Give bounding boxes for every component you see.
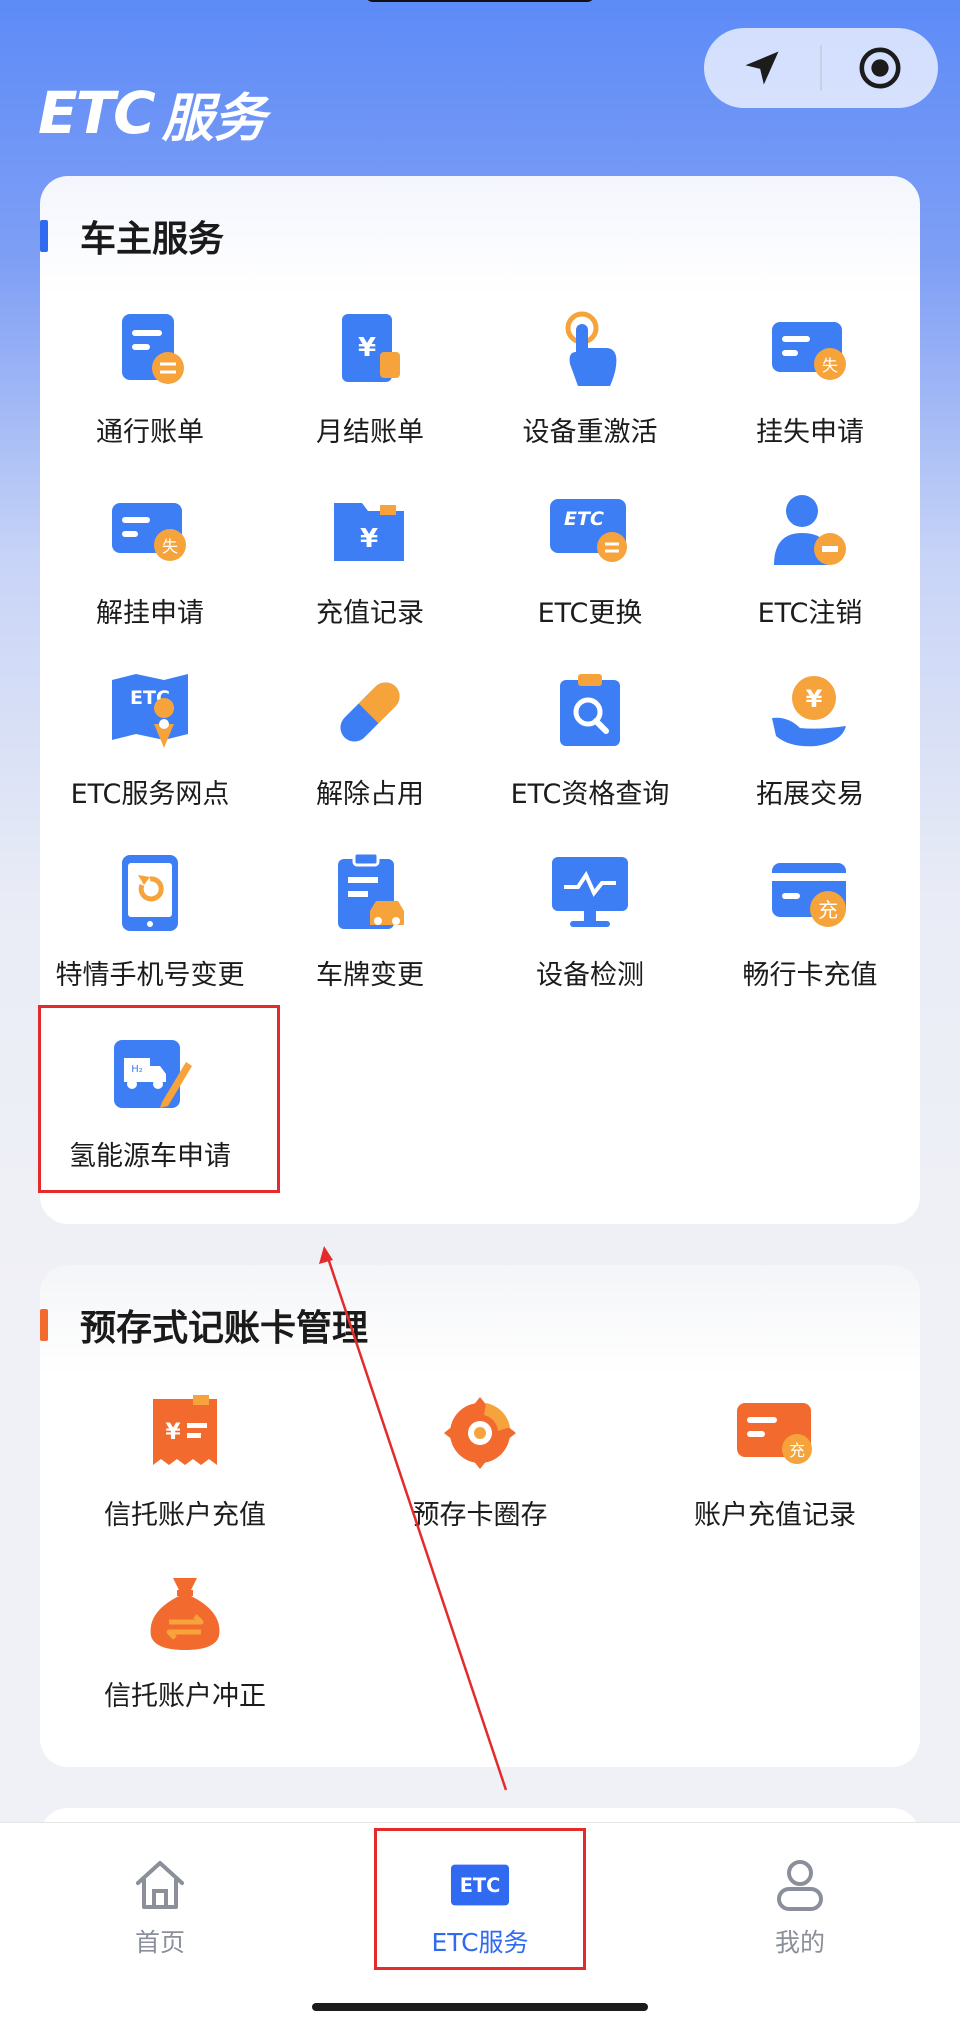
tab-home[interactable]: 首页 [60,1823,260,1973]
service-item-monthly-bill[interactable]: ¥ 月结账单 [260,300,480,460]
user-icon [770,1855,830,1915]
service-item-cancel-loss[interactable]: 失 解挂申请 [40,481,260,641]
service-item-release-occupation[interactable]: 解除占用 [260,662,480,822]
service-item-recharge-record[interactable]: ¥ 充值记录 [260,481,480,641]
brand-etc-text: ETC [38,79,156,147]
service-item-extended-transaction[interactable]: ¥ 拓展交易 [700,662,920,822]
service-label: ETC注销 [757,598,863,629]
home-indicator [312,2003,648,2011]
status-notch [365,0,595,2]
service-label: 特情手机号变更 [55,960,245,991]
card-unloss-icon: 失 [108,489,192,573]
prepaid-card-management: 预存式记账卡管理 ¥ 信托账户充值 预存卡圈存 充 账户充值记录 信托账户冲正 [40,1265,920,1767]
service-item-travel-card-recharge[interactable]: 充 畅行卡充值 [700,843,920,1003]
service-item-pass-bill[interactable]: 通行账单 [40,300,260,460]
gear-circle-icon [438,1391,522,1475]
close-mini-program-button[interactable] [822,28,938,108]
service-label: 通行账单 [96,417,204,448]
service-label: 充值记录 [316,598,424,629]
service-label: ETC更换 [537,598,643,629]
service-item-device-check[interactable]: 设备检测 [480,843,700,1003]
svg-text:充: 充 [789,1441,805,1460]
service-label: ETC资格查询 [510,779,670,810]
prepaid-item-card-load[interactable]: 预存卡圈存 [370,1383,590,1543]
prepaid-label: 信托账户冲正 [104,1681,266,1712]
tab-label: 首页 [134,1928,185,1957]
bandage-icon [328,670,412,754]
svg-text:¥: ¥ [358,333,376,363]
prepaid-item-trust-recharge[interactable]: ¥ 信托账户充值 [75,1383,295,1543]
prepaid-item-trust-correction[interactable]: 信托账户冲正 [75,1564,295,1724]
hydrogen-highlight-box [38,1005,280,1193]
service-item-etc-replace[interactable]: ETC ETC更换 [480,481,700,641]
tab-mine[interactable]: 我的 [700,1823,900,1973]
tap-finger-icon [548,308,632,392]
receipt-yen-icon: ¥ [143,1391,227,1475]
money-bag-icon [143,1572,227,1656]
section-accent-bar [40,220,48,252]
bill-icon [108,308,192,392]
service-label: 挂失申请 [756,417,864,448]
prepaid-title: 预存式记账卡管理 [80,1308,369,1349]
svg-text:失: 失 [162,537,178,556]
service-label: ETC服务网点 [70,779,230,810]
card-charge-icon: 充 [768,851,852,935]
owner-services-header: 车主服务 [40,206,224,266]
location-button[interactable] [704,28,820,108]
mini-program-capsule [704,28,938,108]
section-accent-bar [40,1309,48,1341]
service-item-service-outlets[interactable]: ETC ETC服务网点 [40,662,260,822]
map-pin-icon: ETC [108,670,192,754]
svg-text:ETC: ETC [564,508,604,530]
service-item-etc-cancel[interactable]: ETC注销 [700,481,920,641]
tab-label: 我的 [774,1928,825,1957]
svg-text:¥: ¥ [806,685,823,713]
service-item-device-reactivate[interactable]: 设备重激活 [480,300,700,460]
card-record-icon: 充 [733,1391,817,1475]
service-item-plate-change[interactable]: 车牌变更 [260,843,480,1003]
car-plate-doc-icon [328,851,412,935]
service-label: 解挂申请 [96,598,204,629]
navigation-arrow-icon [745,51,779,85]
monitor-pulse-icon [548,851,632,935]
service-label: 设备重激活 [522,417,658,448]
etc-card-swap-icon: ETC [548,489,632,573]
owner-services-title: 车主服务 [80,219,225,260]
brand-logo: ETC 服务 [38,78,266,149]
svg-text:¥: ¥ [360,524,378,554]
svg-text:充: 充 [818,898,838,922]
prepaid-label: 信托账户充值 [104,1500,266,1531]
svg-text:¥: ¥ [165,1420,181,1445]
service-label: 月结账单 [316,417,424,448]
service-item-phone-change[interactable]: 特情手机号变更 [40,843,260,1003]
prepaid-header: 预存式记账卡管理 [40,1295,368,1355]
monthly-bill-icon: ¥ [328,308,412,392]
service-label: 解除占用 [316,779,424,810]
service-label: 设备检测 [536,960,644,991]
service-label: 车牌变更 [316,960,424,991]
brand-service-text: 服务 [161,88,266,149]
phone-refresh-icon [108,851,192,935]
etc-tab-highlight-box [374,1828,586,1970]
service-label: 拓展交易 [756,779,864,810]
prepaid-item-recharge-record[interactable]: 充 账户充值记录 [665,1383,885,1543]
search-clipboard-icon [548,670,632,754]
user-remove-icon [768,489,852,573]
prepaid-label: 账户充值记录 [694,1500,856,1531]
service-item-report-loss[interactable]: 失 挂失申请 [700,300,920,460]
svg-text:失: 失 [822,356,838,375]
recharge-folder-icon: ¥ [328,489,412,573]
target-circle-icon [859,47,901,89]
prepaid-label: 预存卡圈存 [412,1500,548,1531]
service-item-eligibility-query[interactable]: ETC资格查询 [480,662,700,822]
card-loss-icon: 失 [768,308,852,392]
hand-coin-icon: ¥ [768,670,852,754]
home-icon [130,1855,190,1915]
service-label: 畅行卡充值 [742,960,878,991]
